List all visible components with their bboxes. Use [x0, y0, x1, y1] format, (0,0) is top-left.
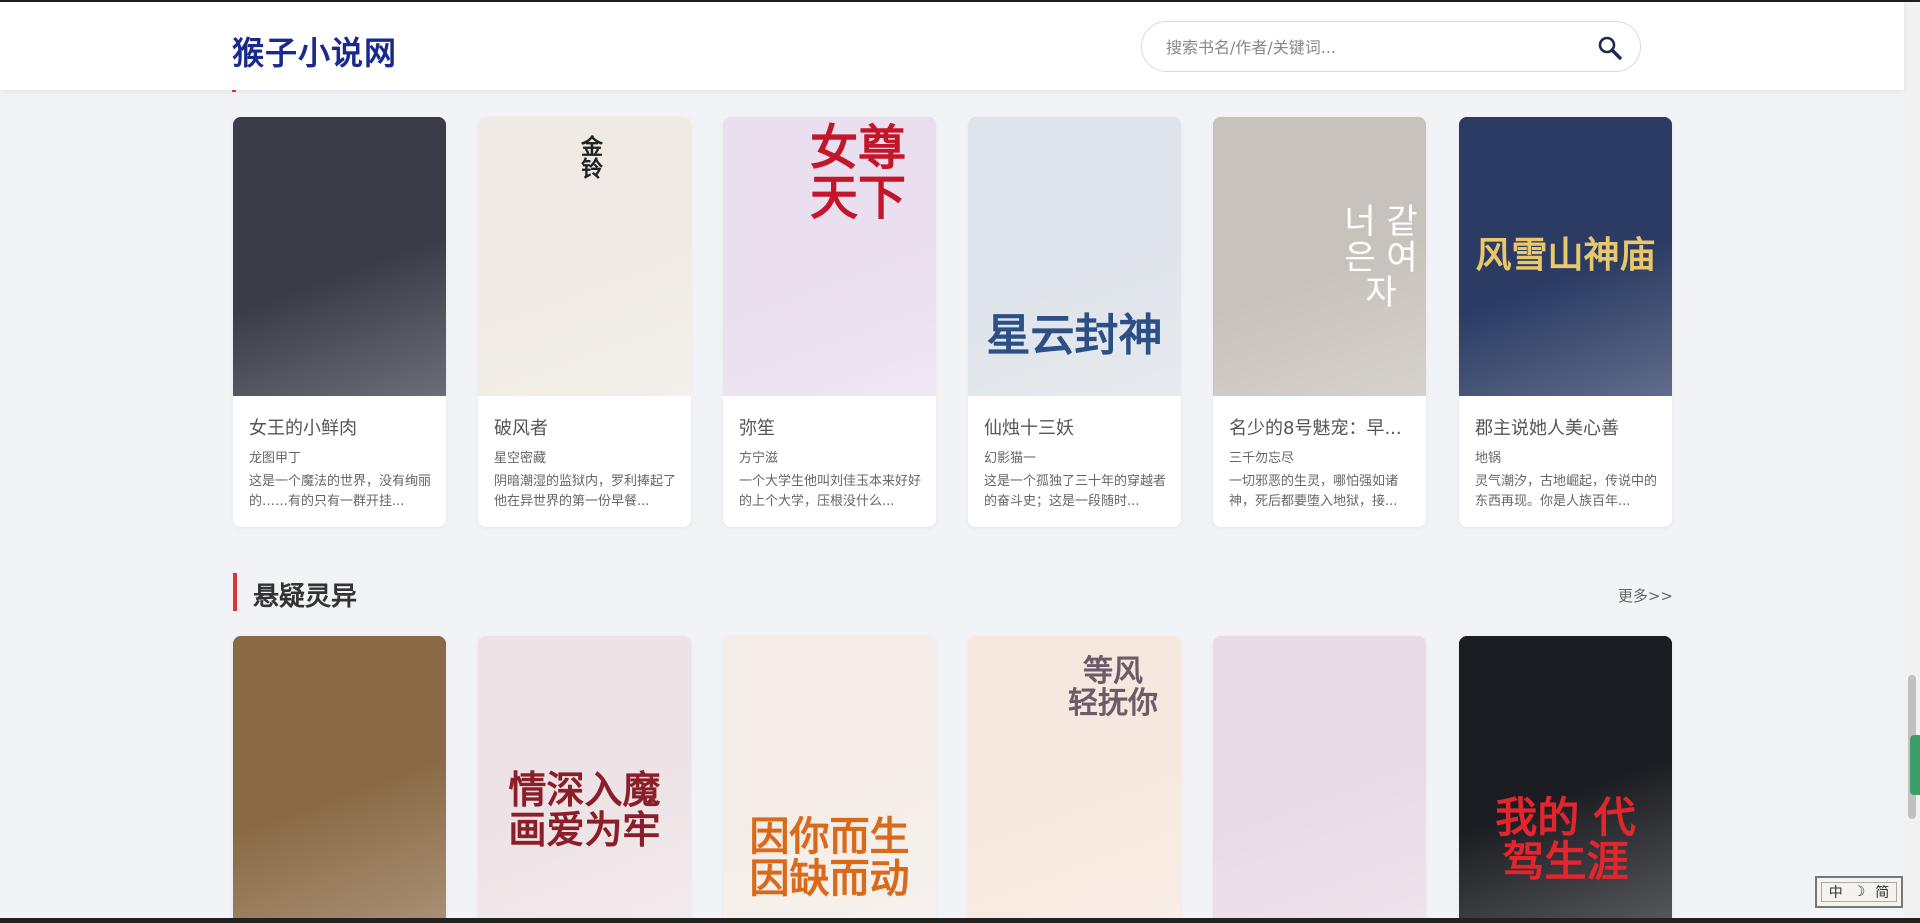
book-cover: 金铃: [478, 117, 691, 396]
book-cover: [233, 117, 446, 396]
book-cover: 等风 轻抚你: [968, 636, 1181, 918]
cover-title: 等风 轻抚你: [1068, 654, 1158, 721]
book-description: 阴暗潮湿的监狱内，罗利捧起了他在异世界的第一份早餐...: [494, 474, 677, 509]
book-title[interactable]: 破风者: [494, 414, 679, 440]
book-card[interactable]: 星云封神 仙烛十三妖 幻影猫一 这是一个孤独了三十年的穿越者的奋斗史；这是一段随…: [968, 117, 1181, 527]
book-author[interactable]: 龙图甲丁: [249, 447, 434, 466]
book-cover: 너 같은 여자: [1213, 117, 1426, 396]
book-grid-suspense: 情深入魔 画爱为牢 因你而生 因缺而动 等风 轻抚你 我的 代驾生涯: [233, 636, 1673, 918]
cover-title: 星云封神: [986, 310, 1163, 361]
book-cover: 风雪山神庙: [1459, 117, 1672, 396]
cover-title: 女尊天下: [809, 120, 906, 227]
book-cover: 因你而生 因缺而动: [723, 636, 936, 918]
stamp-char-jian[interactable]: 简: [1875, 882, 1889, 902]
language-switch-stamp[interactable]: 中 ☽ 简: [1815, 876, 1903, 908]
book-author[interactable]: 星空密藏: [494, 447, 679, 466]
book-cover: [233, 636, 446, 918]
book-cover: 女尊天下: [723, 117, 936, 396]
stamp-char-zh[interactable]: 中: [1829, 882, 1843, 902]
book-author[interactable]: 方宁滋: [739, 447, 924, 466]
book-card[interactable]: 金铃 破风者 星空密藏 阴暗潮湿的监狱内，罗利捧起了他在异世界的第一份早餐...: [478, 117, 691, 527]
book-card[interactable]: 我的 代驾生涯: [1459, 636, 1672, 918]
site-logo[interactable]: 猴子小说网: [232, 28, 397, 74]
book-cover: 我的 代驾生涯: [1459, 636, 1672, 918]
cover-title: 情深入魔 画爱为牢: [508, 767, 661, 852]
cover-title: 金铃: [577, 135, 603, 179]
book-card[interactable]: [233, 636, 446, 918]
book-title[interactable]: 郡主说她人美心善: [1475, 414, 1660, 440]
section-title: 悬疑灵异: [253, 582, 358, 612]
search-button[interactable]: [1596, 34, 1624, 62]
more-link[interactable]: 更多>>: [1618, 585, 1673, 606]
book-description: 灵气潮汐，古地崛起，传说中的东西再现。你是人族百年...: [1475, 474, 1658, 509]
moon-icon[interactable]: ☽: [1853, 884, 1866, 900]
cover-title: 风雪山神庙: [1475, 234, 1656, 276]
book-author[interactable]: 地锅: [1475, 447, 1660, 466]
book-title[interactable]: 仙烛十三妖: [984, 414, 1169, 440]
book-description: 一个大学生他叫刘佳玉本来好好的上个大学，压根没什么...: [739, 474, 922, 509]
search-icon: [1598, 36, 1622, 60]
bottom-border: [0, 918, 1920, 923]
section-accent-bar: [233, 573, 237, 611]
cover-title: 因你而生 因缺而动: [749, 813, 910, 902]
book-card[interactable]: 너 같은 여자 名少的8号魅宠：早... 三千勿忘尽 一切邪恶的生灵，哪怕强如诸…: [1213, 117, 1426, 527]
book-card[interactable]: 等风 轻抚你: [968, 636, 1181, 918]
book-card[interactable]: [1213, 636, 1426, 918]
cover-title: 너 같은 여자: [1344, 202, 1418, 314]
site-header: 猴子小说网: [0, 2, 1904, 90]
search-box: [1141, 21, 1641, 72]
book-card[interactable]: 女尊天下 弥笙 方宁滋 一个大学生他叫刘佳玉本来好好的上个大学，压根没什么...: [723, 117, 936, 527]
book-card[interactable]: 情深入魔 画爱为牢: [478, 636, 691, 918]
book-cover: 星云封神: [968, 117, 1181, 396]
cover-title: 我的 代驾生涯: [1495, 793, 1636, 887]
book-title[interactable]: 弥笙: [739, 414, 924, 440]
side-float-tab[interactable]: [1910, 735, 1920, 795]
book-description: 这是一个魔法的世界，没有绚丽的……有的只有一群开挂...: [249, 474, 432, 509]
book-card[interactable]: 女王的小鲜肉 龙图甲丁 这是一个魔法的世界，没有绚丽的……有的只有一群开挂...: [233, 117, 446, 527]
book-title[interactable]: 女王的小鲜肉: [249, 414, 434, 440]
book-cover: [1213, 636, 1426, 918]
search-input[interactable]: [1166, 35, 1566, 59]
book-cover: 情深入魔 画爱为牢: [478, 636, 691, 918]
book-author[interactable]: 幻影猫一: [984, 447, 1169, 466]
section-header-suspense: 悬疑灵异 更多>>: [233, 573, 1673, 612]
book-description: 这是一个孤独了三十年的穿越者的奋斗史；这是一段随时...: [984, 474, 1167, 509]
book-card[interactable]: 风雪山神庙 郡主说她人美心善 地锅 灵气潮汐，古地崛起，传说中的东西再现。你是人…: [1459, 117, 1672, 527]
book-title[interactable]: 名少的8号魅宠：早...: [1229, 414, 1414, 440]
book-grid-top: 女王的小鲜肉 龙图甲丁 这是一个魔法的世界，没有绚丽的……有的只有一群开挂...…: [233, 117, 1673, 527]
book-author[interactable]: 三千勿忘尽: [1229, 447, 1414, 466]
book-description: 一切邪恶的生灵，哪怕强如诸神，死后都要堕入地狱，接...: [1229, 474, 1399, 509]
book-card[interactable]: 因你而生 因缺而动: [723, 636, 936, 918]
